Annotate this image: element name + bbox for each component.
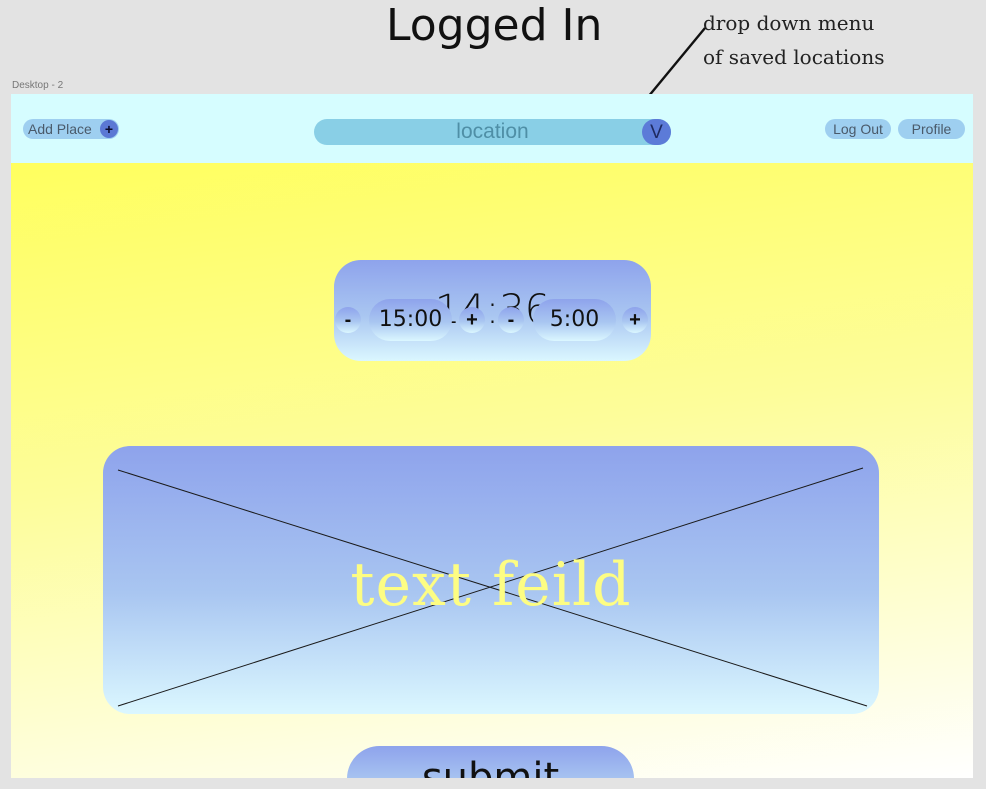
- profile-button[interactable]: Profile: [898, 119, 965, 139]
- top-bar: Add Place + location V Log Out Profile: [11, 94, 973, 163]
- frame-label: Desktop - 2: [12, 80, 64, 91]
- work-duration-field[interactable]: 15:00: [369, 299, 452, 341]
- work-minus-button[interactable]: -: [335, 307, 361, 333]
- annotation-note-line2: of saved locations: [703, 45, 885, 69]
- location-input[interactable]: location: [314, 119, 671, 145]
- add-place-label: Add Place: [28, 121, 92, 137]
- break-plus-button[interactable]: +: [622, 307, 648, 333]
- break-minus-button[interactable]: -: [498, 307, 524, 333]
- annotation-heading: Logged In: [386, 0, 603, 51]
- submit-label: submit: [421, 755, 560, 778]
- plus-icon: +: [100, 120, 118, 138]
- main-content: 14:36 - 15:00 + - 5:00 + text feild subm…: [11, 163, 973, 778]
- location-dropdown[interactable]: location V: [314, 119, 671, 145]
- text-field-label: text feild: [350, 550, 632, 620]
- desktop-frame: Add Place + location V Log Out Profile 1…: [11, 94, 973, 778]
- text-field[interactable]: text feild: [103, 446, 879, 714]
- break-duration-field[interactable]: 5:00: [533, 299, 616, 341]
- submit-button[interactable]: submit: [347, 746, 634, 778]
- annotation-note-line1: drop down menu: [703, 11, 875, 35]
- annotation-note: drop down menu of saved locations: [703, 6, 884, 74]
- logout-button[interactable]: Log Out: [825, 119, 891, 139]
- work-plus-button[interactable]: +: [459, 307, 485, 333]
- add-place-button[interactable]: Add Place +: [23, 119, 119, 139]
- chevron-down-icon[interactable]: V: [642, 119, 671, 145]
